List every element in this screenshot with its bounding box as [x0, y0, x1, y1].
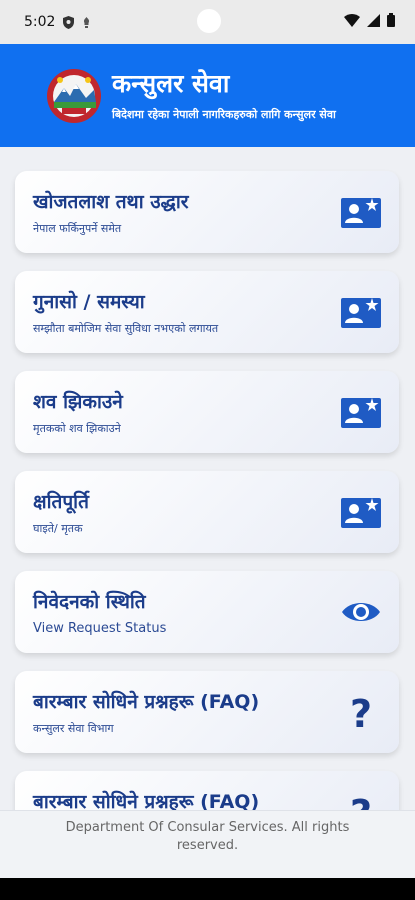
card-title: शव झिकाउने	[33, 391, 123, 413]
card-subtitle: View Request Status	[33, 621, 167, 636]
card-title: बारम्बार सोधिने प्रश्नहरू (FAQ)	[33, 691, 260, 713]
contact-card-icon	[341, 398, 381, 428]
card-subtitle: मृतकको शव झिकाउने	[33, 422, 121, 435]
shield-icon	[63, 15, 75, 29]
svg-text:?: ?	[350, 795, 372, 810]
eye-icon	[342, 603, 380, 621]
card-title: बारम्बार सोधिने प्रश्नहरू (FAQ)	[33, 791, 260, 810]
card-compensation[interactable]: क्षतिपूर्ति घाइते/ मृतक	[15, 471, 399, 553]
card-title: खोजतलाश तथा उद्धार	[33, 191, 189, 213]
card-subtitle: सम्झौता बमोजिम सेवा सुविधा नभएको लगायत	[33, 322, 219, 335]
status-bar: 5:02	[0, 0, 415, 44]
svg-text:?: ?	[350, 695, 372, 729]
contact-card-icon	[341, 198, 381, 228]
card-subtitle: कन्सुलर सेवा विभाग	[33, 722, 114, 735]
question-icon: ?	[350, 795, 372, 810]
app-subtitle: बिदेशमा रहेका नेपाली नागरिकहरुको लागि कन…	[112, 108, 336, 121]
card-faq-duplicate[interactable]: बारम्बार सोधिने प्रश्नहरू (FAQ) ?	[15, 771, 399, 810]
nepal-emblem-logo	[47, 69, 101, 123]
contact-card-icon	[341, 298, 381, 328]
card-complaint[interactable]: गुनासो / समस्या सम्झौता बमोजिम सेवा सुवि…	[15, 271, 399, 353]
app-title: कन्सुलर सेवा	[112, 69, 230, 98]
app-screen: 5:02 कन्सुलर सेवा बिदेशमा रहेका नेपाली न…	[0, 0, 415, 900]
card-subtitle: घाइते/ मृतक	[33, 522, 83, 535]
app-header: कन्सुलर सेवा बिदेशमा रहेका नेपाली नागरिक…	[0, 44, 415, 147]
wifi-icon	[344, 13, 360, 27]
contact-card-icon	[341, 498, 381, 528]
status-time: 5:02	[24, 14, 56, 30]
footer: Department Of Consular Services. All rig…	[0, 810, 415, 879]
service-list: खोजतलाश तथा उद्धार नेपाल फर्किनुपर्ने सम…	[0, 147, 415, 810]
card-subtitle: नेपाल फर्किनुपर्ने समेत	[33, 222, 122, 235]
system-nav-bar	[0, 878, 415, 900]
card-search-rescue[interactable]: खोजतलाश तथा उद्धार नेपाल फर्किनुपर्ने सम…	[15, 171, 399, 253]
copyright-text: Department Of Consular Services. All rig…	[65, 820, 350, 853]
card-title: निवेदनको स्थिति	[33, 591, 146, 613]
battery-icon	[387, 13, 395, 27]
card-title: गुनासो / समस्या	[33, 291, 145, 313]
card-body-repatriation[interactable]: शव झिकाउने मृतकको शव झिकाउने	[15, 371, 399, 453]
card-faq[interactable]: बारम्बार सोधिने प्रश्नहरू (FAQ) कन्सुलर …	[15, 671, 399, 753]
card-title: क्षतिपूर्ति	[33, 491, 89, 513]
signal-icon	[367, 13, 380, 27]
camera-cutout	[197, 9, 221, 33]
card-request-status[interactable]: निवेदनको स्थिति View Request Status	[15, 571, 399, 653]
question-icon: ?	[350, 695, 372, 729]
notification-icon	[84, 16, 90, 28]
